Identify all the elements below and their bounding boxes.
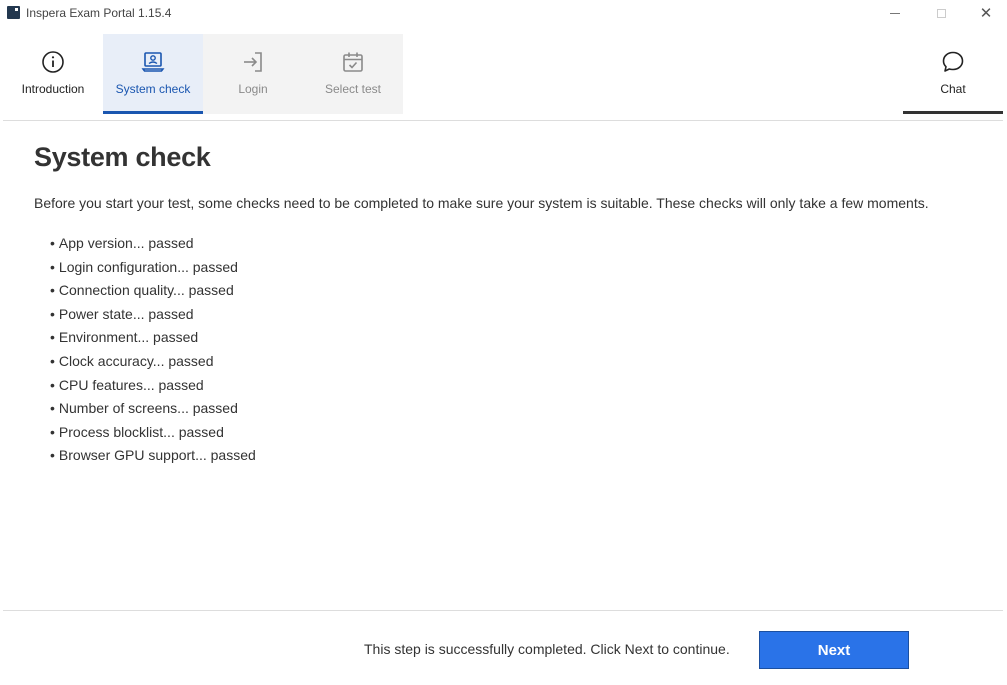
list-item: Power state... passed	[50, 306, 256, 330]
tab-introduction[interactable]: Introduction	[3, 34, 103, 114]
chat-button[interactable]: Chat	[903, 34, 1003, 114]
minimize-button[interactable]	[872, 0, 918, 26]
tab-label: Introduction	[21, 82, 85, 96]
list-item: Connection quality... passed	[50, 282, 256, 306]
tab-label: Select test	[324, 82, 382, 96]
login-arrow-icon	[244, 52, 262, 72]
page-title: System check	[34, 142, 211, 172]
header-divider	[3, 120, 1003, 121]
laptop-check-icon	[141, 52, 165, 72]
status-message: This step is successfully completed. Cli…	[364, 641, 730, 657]
tab-label: Login	[238, 82, 268, 96]
intro-text: Before you start your test, some checks …	[34, 195, 929, 211]
list-item: Clock accuracy... passed	[50, 353, 256, 377]
close-window-button[interactable]: ✕	[963, 0, 1007, 26]
next-button[interactable]: Next	[759, 631, 909, 669]
tab-label: System check	[115, 82, 191, 96]
list-item: Process blocklist... passed	[50, 424, 256, 448]
close-icon: ✕	[979, 5, 993, 22]
list-item: Number of screens... passed	[50, 400, 256, 424]
tab-select-test[interactable]: Select test	[303, 34, 403, 114]
info-circle-icon	[42, 51, 64, 73]
step-tabs: Introduction System check Login Select t…	[3, 34, 1003, 114]
tab-label: Chat	[940, 82, 966, 96]
list-item: App version... passed	[50, 235, 256, 259]
title-bar: Inspera Exam Portal 1.15.4 ✕	[0, 0, 1007, 26]
app-logo-icon	[7, 6, 20, 19]
list-item: CPU features... passed	[50, 377, 256, 401]
calendar-check-icon	[343, 52, 363, 72]
maximize-icon	[936, 8, 946, 18]
minimize-icon	[890, 12, 900, 14]
system-check-list: App version... passed Login configuratio…	[50, 235, 256, 471]
tab-system-check[interactable]: System check	[103, 34, 203, 114]
window-title: Inspera Exam Portal 1.15.4	[26, 6, 172, 20]
chat-bubble-icon	[942, 51, 964, 72]
tab-login[interactable]: Login	[203, 34, 303, 114]
footer-divider	[3, 610, 1003, 611]
list-item: Login configuration... passed	[50, 259, 256, 283]
list-item: Environment... passed	[50, 329, 256, 353]
maximize-button[interactable]	[918, 0, 964, 26]
list-item: Browser GPU support... passed	[50, 447, 256, 471]
